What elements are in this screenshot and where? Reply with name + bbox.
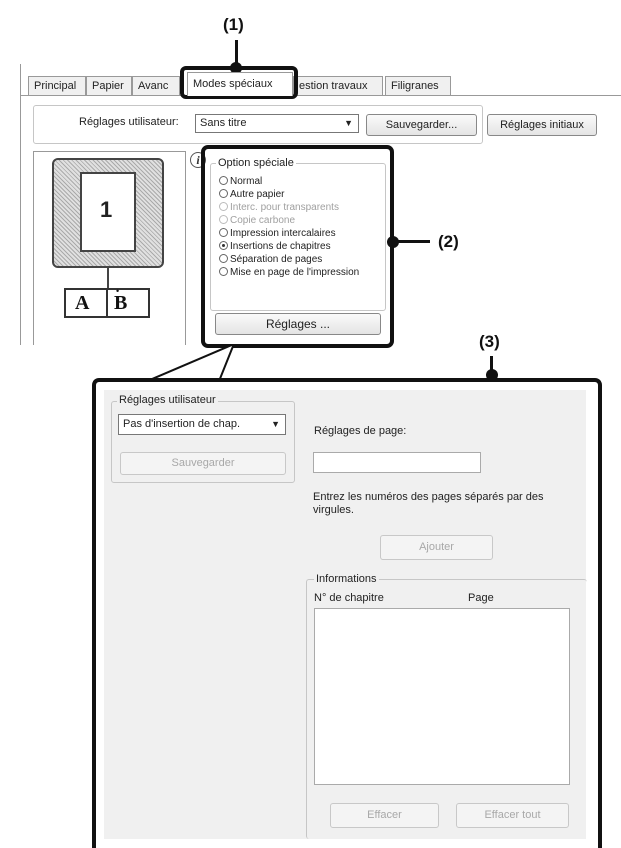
tab-principal[interactable]: Principal: [28, 76, 86, 95]
tab-gestion-travaux[interactable]: estion travaux: [293, 76, 383, 95]
chapter-list[interactable]: [314, 608, 570, 785]
delete-button[interactable]: Effacer: [330, 803, 439, 828]
add-button[interactable]: Ajouter: [380, 535, 493, 560]
sub-user-settings-title: Réglages utilisateur: [117, 394, 218, 406]
sub-user-settings-select[interactable]: Pas d'insertion de chap. ▼: [118, 414, 286, 435]
preview-letter-a: A: [75, 292, 90, 314]
chevron-down-icon: ▼: [271, 419, 280, 429]
page-settings-label: Réglages de page:: [314, 425, 407, 437]
preview-mark-icon: •: [116, 286, 120, 296]
col-page-header: Page: [468, 592, 494, 604]
preview-book-spine: [106, 288, 108, 318]
col-chapter-header: N° de chapitre: [314, 592, 384, 604]
tab-avance[interactable]: Avanc: [132, 76, 180, 95]
tab-filigranes[interactable]: Filigranes: [385, 76, 451, 95]
save-button[interactable]: Sauvegarder...: [366, 114, 477, 136]
preview-connector: [107, 268, 109, 290]
sub-user-settings-value: Pas d'insertion de chap.: [123, 418, 241, 430]
dialog-left-border: [20, 64, 21, 345]
callout-2-highlight: [201, 145, 394, 348]
page-numbers-input[interactable]: [313, 452, 481, 473]
user-settings-label: Réglages utilisateur:: [79, 116, 179, 128]
initial-settings-button[interactable]: Réglages initiaux: [487, 114, 597, 136]
tab-modes-speciaux[interactable]: Modes spéciaux: [187, 72, 293, 96]
tab-papier[interactable]: Papier: [86, 76, 132, 95]
callout-3: (3): [479, 332, 500, 351]
delete-all-button[interactable]: Effacer tout: [456, 803, 569, 828]
chevron-down-icon: ▼: [344, 118, 353, 128]
callout-2: (2): [438, 232, 459, 251]
page-numbers-help-text: Entrez les numéros des pages séparés par…: [313, 491, 544, 516]
user-settings-select[interactable]: Sans titre ▼: [195, 114, 359, 133]
user-settings-select-value: Sans titre: [200, 117, 247, 129]
sub-save-button[interactable]: Sauvegarder: [120, 452, 286, 475]
callout-2-leader: [398, 240, 430, 243]
callout-1: (1): [223, 15, 244, 34]
informations-title: Informations: [314, 573, 379, 585]
preview-page-number: 1: [100, 197, 113, 222]
